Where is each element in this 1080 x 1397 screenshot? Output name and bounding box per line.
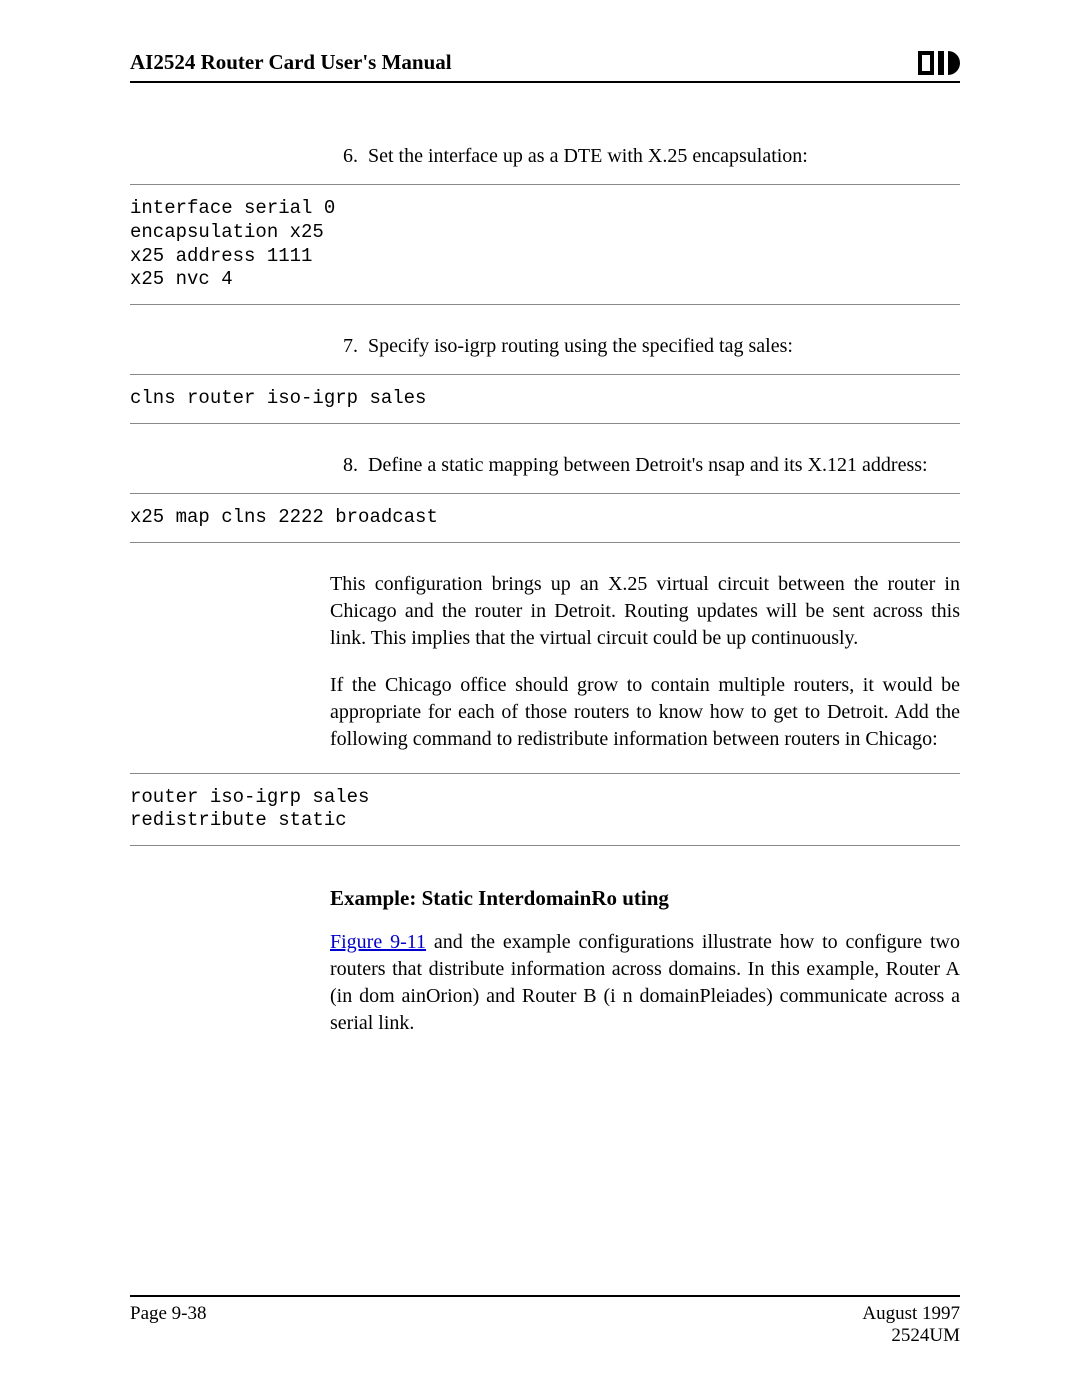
footer-date: August 1997: [862, 1303, 960, 1325]
page-header: AI2524 Router Card User's Manual: [130, 50, 960, 83]
step-number: 6.: [330, 143, 358, 170]
footer-right: August 1997 2524UM: [862, 1303, 960, 1347]
footer-doc-id: 2524UM: [862, 1325, 960, 1347]
step-7: 7. Specify iso-igrp routing using the sp…: [330, 333, 960, 360]
page: AI2524 Router Card User's Manual 6. Set …: [0, 0, 1080, 1397]
step-text: Specify iso-igrp routing using the speci…: [368, 333, 960, 360]
step-number: 7.: [330, 333, 358, 360]
step-text: Set the interface up as a DTE with X.25 …: [368, 143, 960, 170]
step-6: 6. Set the interface up as a DTE with X.…: [330, 143, 960, 170]
paragraph-with-link: Figure 9-11 and the example configuratio…: [330, 929, 960, 1037]
code-block-4: router iso-igrp sales redistribute stati…: [130, 773, 960, 847]
paragraph: This configuration brings up an X.25 vir…: [330, 571, 960, 652]
section-heading: Example: Static InterdomainRo uting: [330, 886, 960, 911]
header-title: AI2524 Router Card User's Manual: [130, 50, 452, 75]
brand-logo-icon: [918, 51, 960, 75]
content-area: 6. Set the interface up as a DTE with X.…: [130, 83, 960, 1037]
figure-link[interactable]: Figure 9-11: [330, 931, 426, 953]
paragraph: If the Chicago office should grow to con…: [330, 672, 960, 753]
code-block-1: interface serial 0 encapsulation x25 x25…: [130, 184, 960, 305]
page-footer: Page 9-38 August 1997 2524UM: [130, 1295, 960, 1347]
step-number: 8.: [330, 452, 358, 479]
code-block-2: clns router iso-igrp sales: [130, 374, 960, 424]
step-8: 8. Define a static mapping between Detro…: [330, 452, 960, 479]
code-block-3: x25 map clns 2222 broadcast: [130, 493, 960, 543]
footer-page-number: Page 9-38: [130, 1303, 207, 1347]
step-text: Define a static mapping between Detroit'…: [368, 452, 960, 479]
